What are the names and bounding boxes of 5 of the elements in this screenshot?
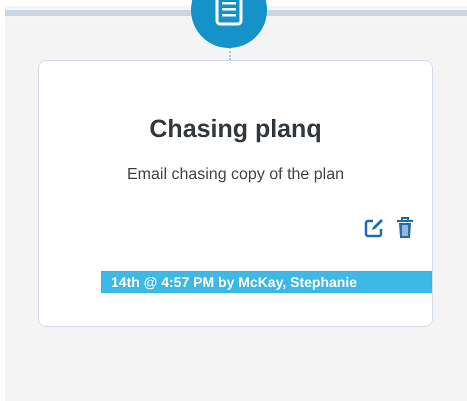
card-description: Email chasing copy of the plan — [126, 166, 344, 184]
timestamp-label: 14th @ 4:57 PM by McKay, Stephanie — [101, 271, 432, 293]
trash-icon[interactable] — [396, 217, 414, 239]
card-title: Chasing planq — [149, 115, 322, 144]
edit-icon[interactable] — [364, 218, 384, 238]
